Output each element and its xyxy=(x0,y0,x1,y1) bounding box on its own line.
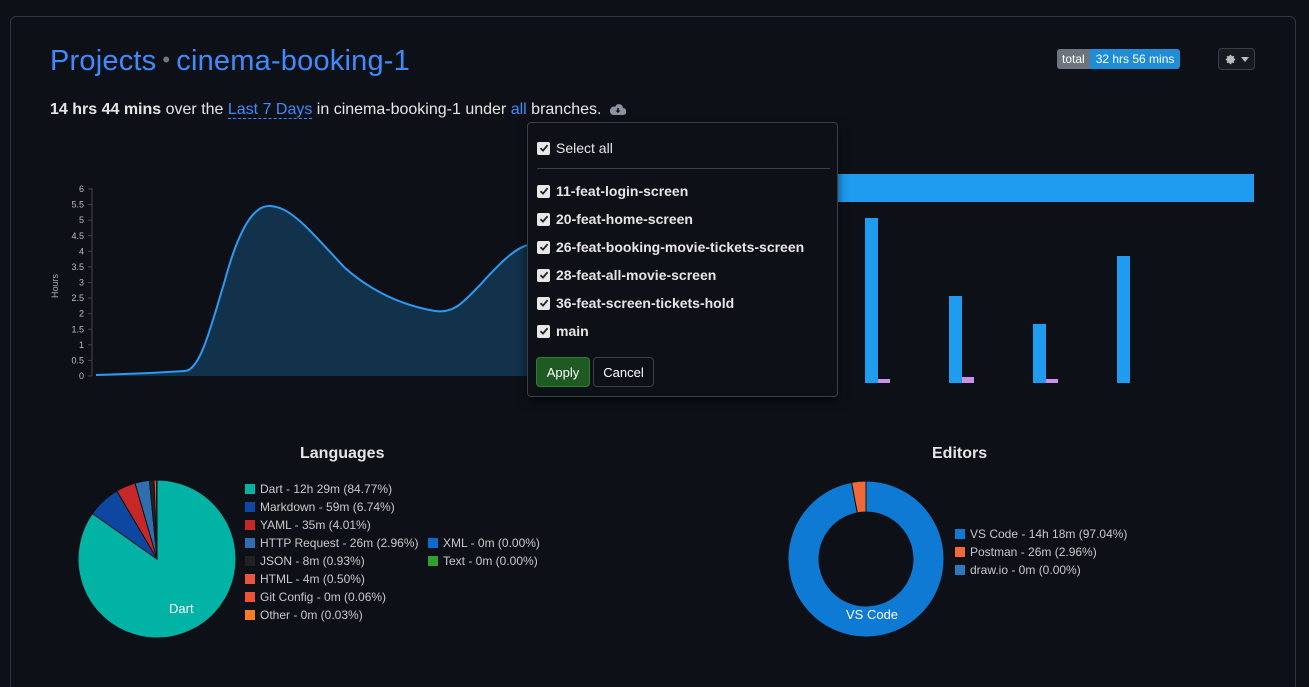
caret-down-icon xyxy=(1240,56,1249,62)
page-title: Projects • cinema-booking-1 xyxy=(50,45,410,78)
legend-swatch xyxy=(428,556,438,566)
legend-swatch xyxy=(245,520,255,530)
projects-link[interactable]: Projects xyxy=(50,45,156,77)
legend-swatch xyxy=(245,574,255,584)
branch-option[interactable]: 26-feat-booking-movie-tickets-screen xyxy=(537,239,804,255)
legend-label: Git Config - 0m (0.06%) xyxy=(260,590,387,604)
editors-legend: VS Code - 14h 18m (97.04%) Postman - 26m … xyxy=(955,525,1127,579)
legend-swatch xyxy=(245,556,255,566)
legend-swatch xyxy=(245,484,255,494)
legend-label: Postman - 26m (2.96%) xyxy=(970,545,1097,559)
checkbox[interactable] xyxy=(537,141,550,155)
summary-over: over the xyxy=(161,101,228,118)
legend-item[interactable]: Text - 0m (0.00%) xyxy=(428,552,540,570)
legend-swatch xyxy=(428,538,438,548)
legend-swatch xyxy=(955,529,965,539)
checkbox[interactable] xyxy=(537,324,550,338)
date-range-link[interactable]: Last 7 Days xyxy=(227,101,313,119)
legend-label: VS Code - 14h 18m (97.04%) xyxy=(970,527,1128,541)
languages-title: Languages xyxy=(300,445,385,462)
total-time-badge: total 32 hrs 56 mins xyxy=(1057,49,1181,69)
editors-donut-label: VS Code xyxy=(846,607,899,622)
legend-item[interactable]: Markdown - 59m (6.74%) xyxy=(245,498,419,516)
languages-pie-label: Dart xyxy=(169,601,194,616)
legend-item[interactable]: draw.io - 0m (0.00%) xyxy=(955,561,1127,579)
divider xyxy=(537,168,830,169)
apply-button[interactable]: Apply xyxy=(536,357,590,387)
branch-option[interactable]: 36-feat-screen-tickets-hold xyxy=(537,295,734,311)
legend-swatch xyxy=(245,538,255,548)
select-all-option[interactable]: Select all xyxy=(537,140,613,156)
legend-swatch xyxy=(245,502,255,512)
legend-label: JSON - 8m (0.93%) xyxy=(260,554,365,568)
legend-item[interactable]: Other - 0m (0.03%) xyxy=(245,606,419,624)
legend-label: Markdown - 59m (6.74%) xyxy=(260,500,395,514)
branch-dropdown: Select all 11-feat-login-screen 20-feat-h… xyxy=(527,122,838,397)
legend-item[interactable]: Git Config - 0m (0.06%) xyxy=(245,588,419,606)
legend-item[interactable]: Postman - 26m (2.96%) xyxy=(955,543,1127,561)
cloud-icon[interactable] xyxy=(609,103,626,115)
gear-icon xyxy=(1225,54,1235,64)
legend-label: draw.io - 0m (0.00%) xyxy=(970,563,1081,577)
title-separator: • xyxy=(162,47,171,72)
legend-item[interactable]: HTML - 4m (0.50%) xyxy=(245,570,419,588)
branch-option[interactable]: 20-feat-home-screen xyxy=(537,211,693,227)
legend-label: HTML - 4m (0.50%) xyxy=(260,572,365,586)
summary-line: 14 hrs 44 mins over the Last 7 Days in c… xyxy=(50,101,626,119)
branches-link[interactable]: all xyxy=(511,101,527,118)
branch-label: 26-feat-booking-movie-tickets-screen xyxy=(556,239,805,255)
checkbox[interactable] xyxy=(537,184,550,198)
branch-option[interactable]: 11-feat-login-screen xyxy=(537,183,688,199)
legend-item[interactable]: XML - 0m (0.00%) xyxy=(428,534,540,552)
checkbox[interactable] xyxy=(537,296,550,310)
branch-option[interactable]: 28-feat-all-movie-screen xyxy=(537,267,716,283)
languages-pie xyxy=(77,479,237,639)
legend-label: XML - 0m (0.00%) xyxy=(443,536,540,550)
branch-label: 36-feat-screen-tickets-hold xyxy=(556,295,735,311)
legend-item[interactable]: HTTP Request - 26m (2.96%) xyxy=(245,534,419,552)
legend-swatch xyxy=(245,592,255,602)
legend-item[interactable]: Dart - 12h 29m (84.77%) xyxy=(245,480,419,498)
summary-in: in cinema-booking-1 under xyxy=(312,101,511,118)
project-name[interactable]: cinema-booking-1 xyxy=(176,45,410,77)
checkbox[interactable] xyxy=(537,212,550,226)
checkbox[interactable] xyxy=(537,268,550,282)
settings-button[interactable] xyxy=(1218,48,1255,70)
editors-title: Editors xyxy=(932,445,988,462)
legend-label: Other - 0m (0.03%) xyxy=(260,608,363,622)
branch-label: main xyxy=(556,323,589,339)
legend-label: Text - 0m (0.00%) xyxy=(443,554,538,568)
legend-swatch xyxy=(955,565,965,575)
cancel-button[interactable]: Cancel xyxy=(593,357,654,387)
legend-swatch xyxy=(245,610,255,620)
legend-item[interactable]: VS Code - 14h 18m (97.04%) xyxy=(955,525,1127,543)
select-all-label: Select all xyxy=(556,140,613,156)
branch-label: 11-feat-login-screen xyxy=(556,183,689,199)
legend-label: HTTP Request - 26m (2.96%) xyxy=(260,536,419,550)
summary-branches: branches. xyxy=(526,101,602,118)
branch-option[interactable]: main xyxy=(537,323,589,339)
branch-label: 28-feat-all-movie-screen xyxy=(556,267,717,283)
legend-swatch xyxy=(955,547,965,557)
total-value: 32 hrs 56 mins xyxy=(1089,49,1181,69)
legend-item[interactable]: JSON - 8m (0.93%) xyxy=(245,552,419,570)
branch-label: 20-feat-home-screen xyxy=(556,211,693,227)
legend-item[interactable]: YAML - 35m (4.01%) xyxy=(245,516,419,534)
total-label: total xyxy=(1057,49,1090,69)
languages-legend: Dart - 12h 29m (84.77%) Markdown - 59m (6… xyxy=(245,480,419,624)
checkbox[interactable] xyxy=(537,240,550,254)
summary-time: 14 hrs 44 mins xyxy=(50,101,162,118)
legend-label: Dart - 12h 29m (84.77%) xyxy=(260,482,393,496)
legend-label: YAML - 35m (4.01%) xyxy=(260,518,371,532)
languages-legend-2: XML - 0m (0.00%) Text - 0m (0.00%) xyxy=(428,534,540,570)
